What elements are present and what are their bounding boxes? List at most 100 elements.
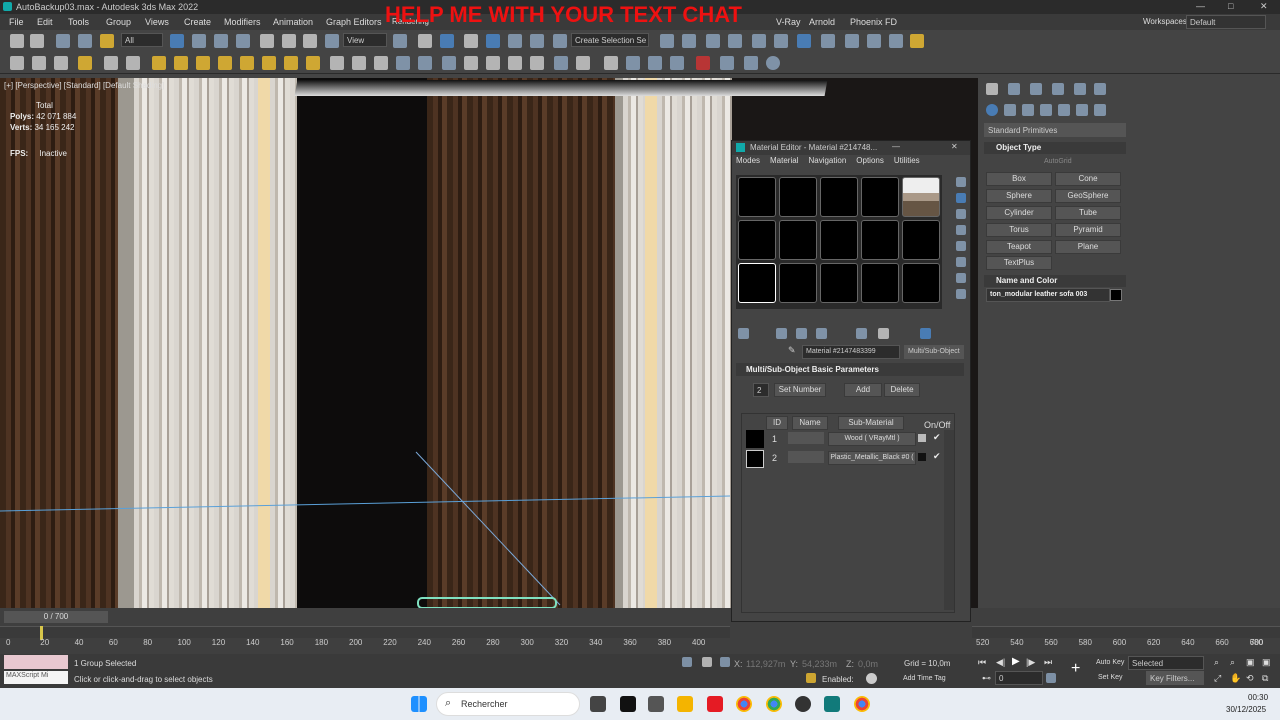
sample-slot[interactable] bbox=[820, 177, 858, 217]
curve-editor-icon[interactable] bbox=[752, 34, 766, 48]
tube-button[interactable]: Tube bbox=[1055, 206, 1121, 220]
sphere-light-icon[interactable] bbox=[218, 56, 232, 70]
chrome-icon[interactable] bbox=[736, 696, 752, 712]
cameras-icon[interactable] bbox=[1040, 104, 1052, 116]
bind-spacewarp-icon[interactable] bbox=[100, 34, 114, 48]
rotate-icon[interactable] bbox=[282, 34, 296, 48]
vray-edge-icon[interactable] bbox=[554, 56, 568, 70]
menu-edit[interactable]: Edit bbox=[37, 17, 53, 27]
sample-slot[interactable] bbox=[820, 220, 858, 260]
delete-button[interactable]: Delete bbox=[884, 383, 920, 397]
lights-icon[interactable] bbox=[1022, 104, 1034, 116]
maximize-viewport-icon[interactable]: ⧉ bbox=[1262, 673, 1268, 684]
vray-bake-icon[interactable] bbox=[720, 56, 734, 70]
spacewarps-icon[interactable] bbox=[1076, 104, 1088, 116]
x-coordinate[interactable]: 112,927m bbox=[746, 659, 785, 669]
row-color-swatch[interactable] bbox=[918, 434, 926, 442]
menu-vray[interactable]: V-Ray bbox=[776, 17, 801, 27]
vray-sphere-icon[interactable] bbox=[464, 56, 478, 70]
menu-tools[interactable]: Tools bbox=[68, 17, 89, 27]
edit-named-selection-icon[interactable] bbox=[553, 34, 567, 48]
backlight-icon[interactable] bbox=[956, 193, 966, 203]
rect-selection-icon[interactable] bbox=[214, 34, 228, 48]
display-tab-icon[interactable] bbox=[1074, 83, 1086, 95]
video-check-icon[interactable] bbox=[956, 241, 966, 251]
render-iterative-icon[interactable] bbox=[889, 34, 903, 48]
zoom-all-icon[interactable]: ⌕ bbox=[1230, 657, 1235, 668]
sample-slot[interactable] bbox=[902, 263, 940, 303]
pivot-icon[interactable] bbox=[393, 34, 407, 48]
minimize-icon[interactable]: — bbox=[1196, 1, 1205, 11]
link-icon[interactable] bbox=[56, 34, 70, 48]
unlink-icon[interactable] bbox=[78, 34, 92, 48]
previous-frame-icon[interactable]: ◀| bbox=[996, 657, 1005, 668]
make-preview-icon[interactable] bbox=[956, 257, 966, 267]
redo-icon[interactable] bbox=[30, 34, 44, 48]
row-color-swatch[interactable] bbox=[918, 453, 926, 461]
put-to-library-icon[interactable] bbox=[856, 328, 867, 339]
vray-lister-icon[interactable] bbox=[626, 56, 640, 70]
scene-explorer-icon[interactable] bbox=[728, 34, 742, 48]
me-menu-material[interactable]: Material bbox=[770, 156, 798, 166]
omni-light-icon[interactable] bbox=[152, 56, 166, 70]
menu-file[interactable]: File bbox=[9, 17, 24, 27]
enabled-toggle[interactable] bbox=[866, 673, 877, 684]
field-of-view-icon[interactable]: ⤢ bbox=[1214, 673, 1221, 684]
close-icon[interactable]: ✕ bbox=[951, 142, 958, 151]
select-by-name-icon[interactable] bbox=[192, 34, 206, 48]
light-lister-icon[interactable] bbox=[306, 56, 320, 70]
modify-tab-icon[interactable] bbox=[1008, 83, 1020, 95]
material-count-field[interactable]: 2 bbox=[753, 383, 769, 397]
maxscript-listener-input[interactable] bbox=[4, 655, 68, 669]
vray-vision-icon[interactable] bbox=[670, 56, 684, 70]
schematic-view-icon[interactable] bbox=[774, 34, 788, 48]
lock-icon[interactable] bbox=[702, 657, 712, 667]
vray-instancer-icon[interactable] bbox=[486, 56, 500, 70]
key-mode-icon[interactable]: ⊷ bbox=[982, 673, 991, 684]
add-time-tag-label[interactable]: Add Time Tag bbox=[903, 675, 946, 682]
select-object-icon[interactable] bbox=[170, 34, 184, 48]
add-button[interactable]: Add bbox=[844, 383, 882, 397]
menu-create[interactable]: Create bbox=[184, 17, 211, 27]
primitive-type-dropdown[interactable]: Standard Primitives bbox=[984, 123, 1126, 137]
sort-by-id-button[interactable]: ID bbox=[766, 416, 788, 430]
chrome-window-icon[interactable] bbox=[854, 696, 870, 712]
utilities-tab-icon[interactable] bbox=[1094, 83, 1106, 95]
track-bar[interactable] bbox=[0, 626, 730, 638]
rollout-header[interactable]: Multi/Sub-Object Basic Parameters bbox=[736, 363, 964, 376]
list-scrollbar[interactable] bbox=[944, 430, 954, 610]
play-icon[interactable]: ▶ bbox=[1012, 656, 1020, 667]
window-crossing-icon[interactable] bbox=[236, 34, 250, 48]
time-config-icon[interactable] bbox=[1046, 673, 1056, 683]
z-coordinate[interactable]: 0,0m bbox=[858, 659, 878, 669]
windows-start-icon[interactable] bbox=[411, 696, 427, 712]
sample-slot[interactable] bbox=[820, 263, 858, 303]
row-on-checkbox[interactable]: ✔ bbox=[933, 432, 941, 443]
percent-snap-icon[interactable] bbox=[508, 34, 522, 48]
get-material-icon[interactable] bbox=[738, 328, 749, 339]
autogrid-checkbox[interactable]: AutoGrid bbox=[1044, 158, 1072, 165]
menu-group[interactable]: Group bbox=[106, 17, 131, 27]
vray-light-icon[interactable] bbox=[78, 56, 92, 70]
render-production-icon[interactable] bbox=[867, 34, 881, 48]
me-menu-modes[interactable]: Modes bbox=[736, 156, 760, 166]
maximize-icon[interactable]: □ bbox=[1228, 1, 1233, 11]
sample-slot[interactable] bbox=[902, 177, 940, 217]
row-submaterial-button[interactable]: Wood ( VRayMtl ) bbox=[828, 432, 916, 446]
sample-type-icon[interactable] bbox=[956, 177, 966, 187]
workspaces-dropdown[interactable]: Default bbox=[1186, 15, 1266, 29]
torus-button[interactable]: Torus bbox=[986, 223, 1052, 237]
go-to-start-icon[interactable]: ⏮ bbox=[978, 657, 986, 668]
helpers-icon[interactable] bbox=[1058, 104, 1070, 116]
sample-slot[interactable] bbox=[861, 177, 899, 217]
sort-by-submaterial-button[interactable]: Sub-Material bbox=[838, 416, 904, 430]
place-icon[interactable] bbox=[325, 34, 339, 48]
sample-slot[interactable] bbox=[861, 263, 899, 303]
rendered-frame-icon[interactable] bbox=[845, 34, 859, 48]
sample-slot[interactable] bbox=[738, 177, 776, 217]
reset-map-icon[interactable] bbox=[796, 328, 807, 339]
background-icon[interactable] bbox=[956, 209, 966, 219]
dome-light-icon[interactable] bbox=[196, 56, 210, 70]
reference-coord-dropdown[interactable]: View bbox=[343, 33, 387, 47]
make-unique-icon[interactable] bbox=[816, 328, 827, 339]
